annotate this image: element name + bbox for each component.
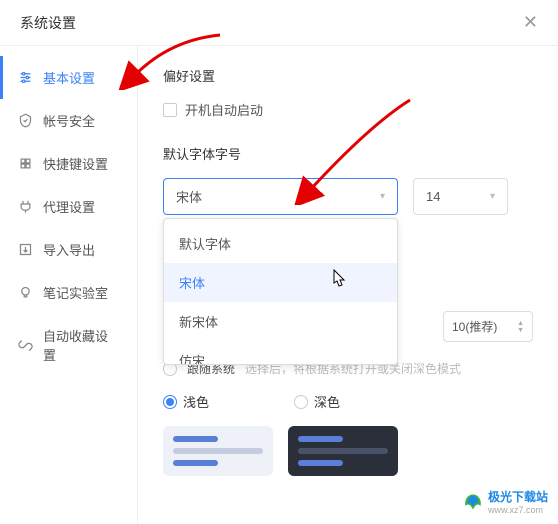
theme-light-preview[interactable] — [163, 426, 273, 476]
font-option-songti[interactable]: 宋体 — [164, 263, 397, 302]
plug-icon — [18, 199, 33, 214]
font-select[interactable]: 宋体 ▾ — [163, 178, 398, 215]
import-export-icon — [18, 242, 33, 257]
pref-title: 偏好设置 — [163, 66, 533, 85]
sidebar-item-label: 基本设置 — [43, 68, 95, 87]
bulb-icon — [18, 285, 33, 300]
sidebar-item-label: 导入导出 — [43, 240, 95, 259]
font-dropdown: 默认字体 宋体 新宋体 仿宋 楷体 — [163, 218, 398, 365]
sidebar-item-label: 代理设置 — [43, 197, 95, 216]
size-select-value: 14 — [426, 189, 440, 204]
watermark-logo-icon — [463, 492, 483, 512]
link-icon — [18, 338, 33, 353]
dialog-title: 系统设置 — [20, 13, 76, 33]
font-title: 默认字体字号 — [163, 144, 533, 163]
startup-label: 开机自动启动 — [185, 100, 263, 119]
watermark-url: www.xz7.com — [488, 505, 548, 515]
sidebar-item-shortcut[interactable]: 快捷键设置 — [0, 142, 137, 185]
sidebar-item-proxy[interactable]: 代理设置 — [0, 185, 137, 228]
keyboard-icon — [18, 156, 33, 171]
theme-dark-label: 深色 — [314, 392, 340, 411]
watermark: 极光下载站 www.xz7.com — [463, 488, 548, 515]
theme-light-radio[interactable] — [163, 395, 177, 409]
font-option-fangsong[interactable]: 仿宋 — [164, 341, 397, 364]
theme-light-label: 浅色 — [183, 392, 209, 411]
sidebar-item-autosave[interactable]: 自动收藏设置 — [0, 314, 137, 376]
font-option-xinsongti[interactable]: 新宋体 — [164, 302, 397, 341]
spacing-value: 10(推荐) — [452, 318, 497, 335]
theme-dark-radio[interactable] — [294, 395, 308, 409]
sidebar: 基本设置 帐号安全 快捷键设置 代理设置 导入导出 笔记实验室 自动收藏设置 — [0, 46, 138, 524]
close-icon[interactable]: ✕ — [523, 12, 538, 33]
main-panel: 偏好设置 开机自动启动 默认字体字号 宋体 ▾ 14 ▾ 默认字体 宋体 新宋体… — [138, 46, 558, 524]
sidebar-item-account[interactable]: 帐号安全 — [0, 99, 137, 142]
font-select-value: 宋体 — [176, 187, 202, 206]
startup-checkbox[interactable] — [163, 103, 177, 117]
sidebar-item-basic[interactable]: 基本设置 — [0, 56, 137, 99]
shield-icon — [18, 113, 33, 128]
stepper-down-icon[interactable]: ▼ — [517, 327, 524, 334]
sidebar-item-label: 帐号安全 — [43, 111, 95, 130]
sidebar-item-lab[interactable]: 笔记实验室 — [0, 271, 137, 314]
spacing-select[interactable]: 10(推荐) ▲ ▼ — [443, 311, 533, 342]
chevron-down-icon: ▾ — [380, 191, 385, 202]
sidebar-item-label: 自动收藏设置 — [43, 326, 119, 364]
chevron-down-icon: ▾ — [490, 191, 495, 202]
theme-dark-preview[interactable] — [288, 426, 398, 476]
size-select[interactable]: 14 ▾ — [413, 178, 508, 215]
font-option-default[interactable]: 默认字体 — [164, 224, 397, 263]
sidebar-item-label: 笔记实验室 — [43, 283, 108, 302]
stepper-up-icon[interactable]: ▲ — [517, 320, 524, 327]
watermark-text: 极光下载站 — [488, 488, 548, 505]
settings-icon — [18, 70, 33, 85]
sidebar-item-label: 快捷键设置 — [43, 154, 108, 173]
sidebar-item-import[interactable]: 导入导出 — [0, 228, 137, 271]
